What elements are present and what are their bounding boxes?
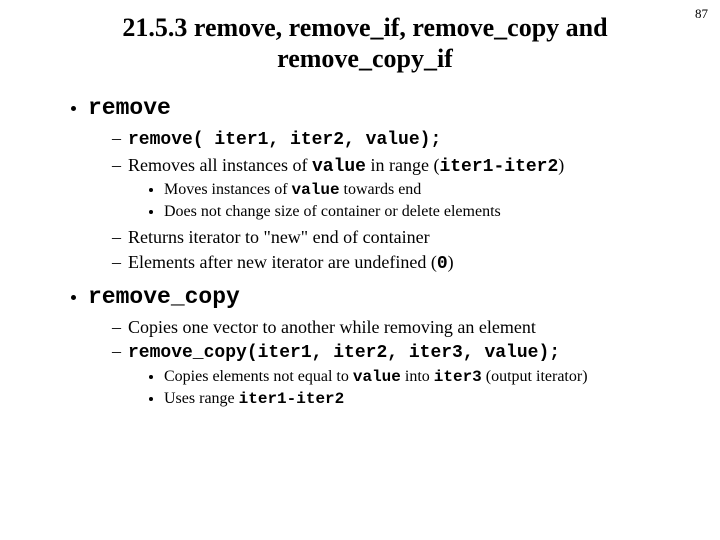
desc-line: Returns iterator to "new" end of contain… [112,226,670,249]
list-item: Copies elements not equal to value into … [164,367,670,387]
subsublist: Moves instances of value towards end Doe… [128,180,670,222]
signature-line: remove( iter1, iter2, value); [112,127,670,152]
list-item: Does not change size of container or del… [164,202,670,222]
code-text: remove( iter1, iter2, value); [128,130,441,150]
code-text: value [292,181,340,199]
text: Moves instances of [164,181,292,198]
subsublist: Copies elements not equal to value into … [128,367,670,409]
list-item: Uses range iter1-iter2 [164,389,670,409]
sublist: remove( iter1, iter2, value); Removes al… [88,127,670,275]
section-remove: remove remove( iter1, iter2, value); Rem… [88,94,670,275]
code-text: 0 [437,254,448,274]
code-text: value [312,157,366,177]
code-text: iter1-iter2 [439,157,558,177]
code-text: remove_copy(iter1, iter2, iter3, value); [128,343,560,363]
text: Does not change size of container or del… [164,203,501,220]
text: (output iterator) [482,368,588,385]
section-remove-copy: remove_copy Copies one vector to another… [88,283,670,409]
slide-body: 21.5.3 remove, remove_if, remove_copy an… [0,0,720,409]
text: Copies one vector to another while remov… [128,317,536,337]
text: towards end [340,181,422,198]
code-text: iter3 [434,368,482,386]
desc-line: Removes all instances of value in range … [112,154,670,223]
text: ) [448,252,454,272]
text: Returns iterator to "new" end of contain… [128,227,430,247]
code-text: iter1-iter2 [239,390,345,408]
page-number: 87 [695,6,708,22]
text: Elements after new iterator are undefine… [128,252,437,272]
desc-line: Copies one vector to another while remov… [112,316,670,339]
text: Removes all instances of [128,155,312,175]
text: Uses range [164,390,239,407]
slide-title: 21.5.3 remove, remove_if, remove_copy an… [60,12,670,74]
text: into [401,368,434,385]
code-text: value [353,368,401,386]
text: ) [558,155,564,175]
list-item: Moves instances of value towards end [164,180,670,200]
text: Copies elements not equal to [164,368,353,385]
bullet-list: remove remove( iter1, iter2, value); Rem… [60,94,670,409]
sublist: Copies one vector to another while remov… [88,316,670,409]
signature-line: remove_copy(iter1, iter2, iter3, value);… [112,340,670,409]
desc-line: Elements after new iterator are undefine… [112,251,670,276]
text: in range ( [366,155,439,175]
section-head: remove_copy [88,284,240,310]
section-head: remove [88,95,171,121]
